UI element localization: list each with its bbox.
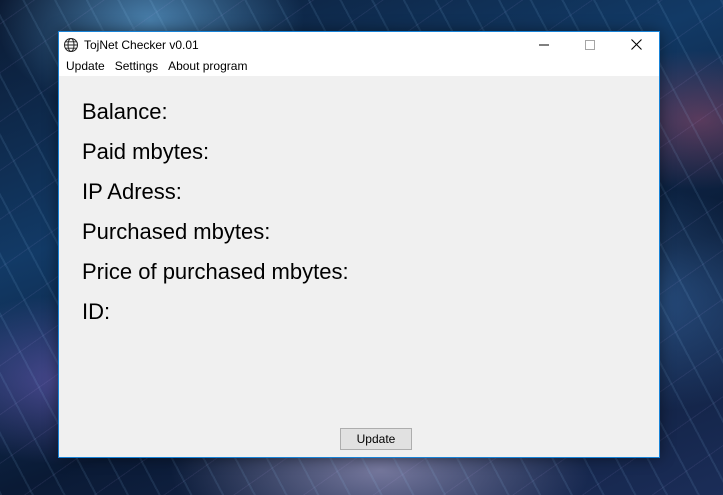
globe-icon [63, 37, 79, 53]
menu-item-update[interactable]: Update [62, 57, 109, 76]
main-content: Balance: Paid mbytes: IP Adress: Purchas… [59, 76, 659, 457]
close-icon [630, 35, 642, 54]
menu-item-about-program[interactable]: About program [164, 57, 251, 76]
window-title: TojNet Checker v0.01 [84, 37, 199, 52]
balance-label: Balance: [82, 99, 168, 124]
app-window: TojNet Checker v0.01 Update Settings Abo… [58, 31, 660, 458]
menu-item-settings[interactable]: Settings [111, 57, 162, 76]
menu-bar: Update Settings About program [59, 57, 659, 76]
close-button[interactable] [613, 32, 659, 57]
minimize-button[interactable] [521, 32, 567, 57]
minimize-icon [539, 35, 549, 54]
purchased-mbytes-label: Purchased mbytes: [82, 219, 271, 244]
price-purchased-mbytes-label: Price of purchased mbytes: [82, 259, 349, 284]
id-label: ID: [82, 299, 111, 324]
ip-address-label: IP Adress: [82, 179, 182, 204]
maximize-icon [585, 35, 595, 54]
update-button[interactable]: Update [340, 428, 412, 450]
paid-mbytes-label: Paid mbytes: [82, 139, 210, 164]
title-bar[interactable]: TojNet Checker v0.01 [59, 32, 659, 57]
maximize-button[interactable] [567, 32, 613, 57]
window-controls [521, 32, 659, 57]
